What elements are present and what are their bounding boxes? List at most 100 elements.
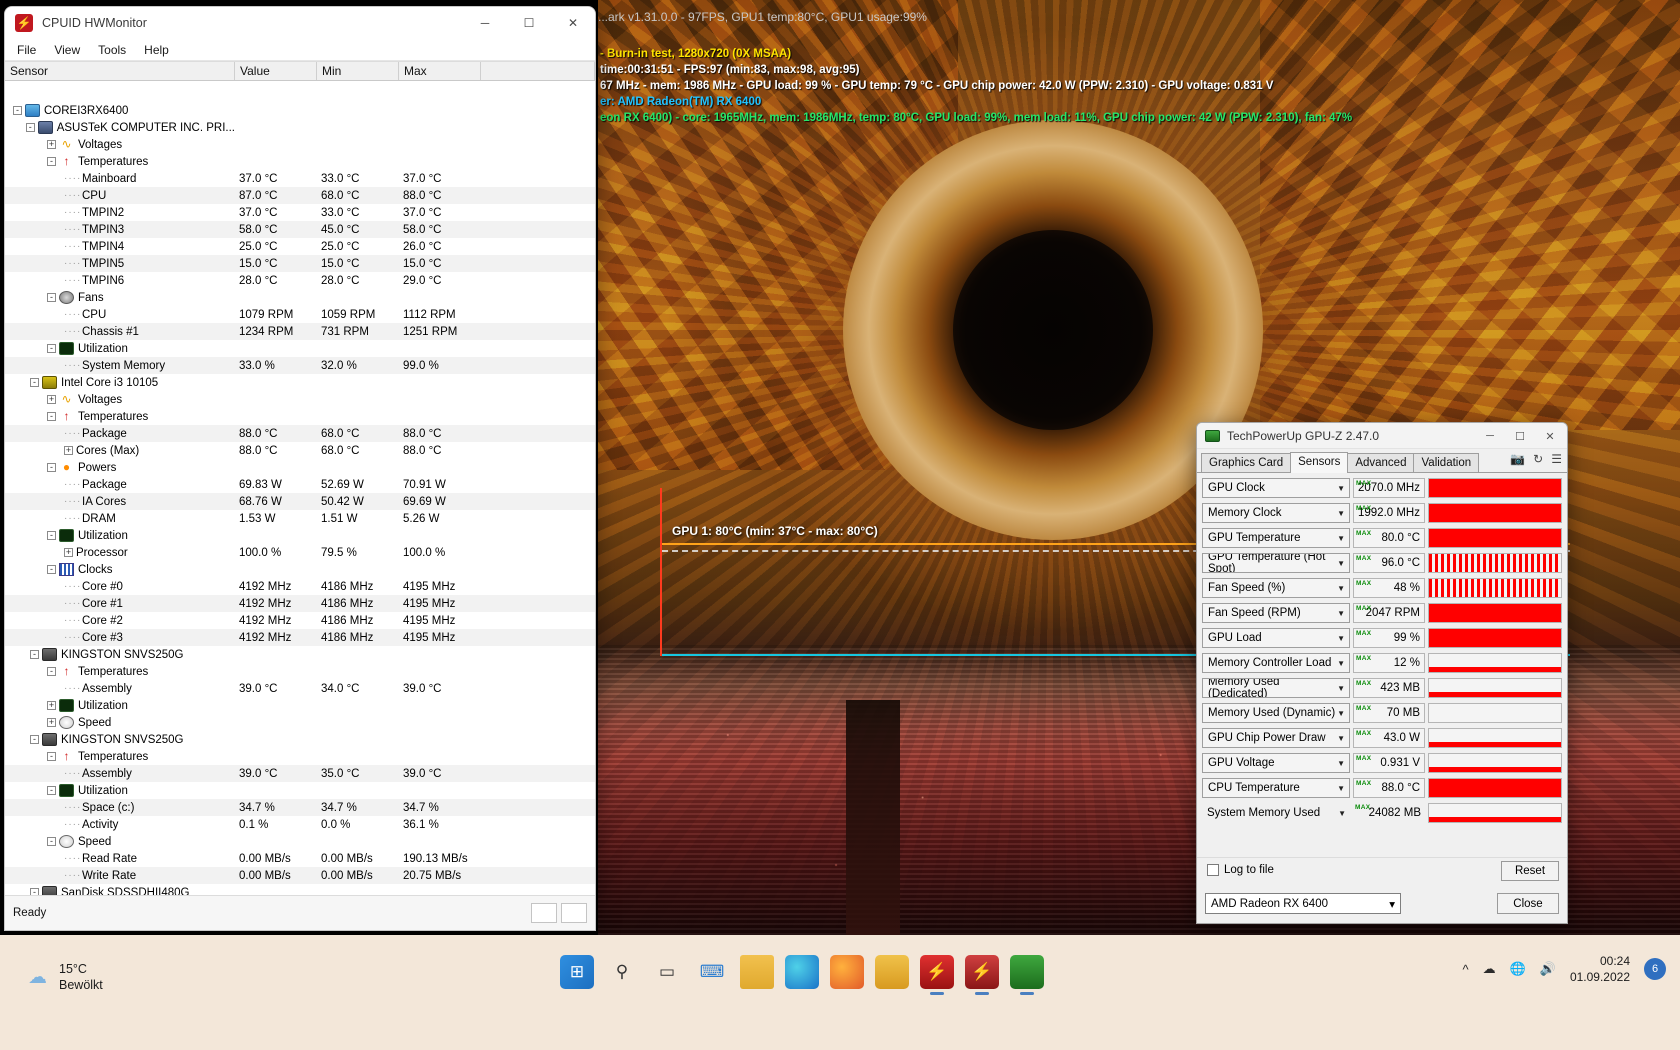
sensor-row[interactable]: + Speed [5,714,595,731]
sensor-row[interactable]: ···· Chassis #1 1234 RPM 731 RPM 1251 RPM [5,323,595,340]
taskbar-clock[interactable]: 00:24 01.09.2022 [1570,953,1630,985]
gpuz-sensor-row[interactable]: GPU Load ▼ MAX 99 % [1202,627,1562,649]
collapse-toggle-icon[interactable]: - [47,565,56,574]
system-tray[interactable]: ^ ☁ 🌐 🔊 00:24 01.09.2022 6 [1462,953,1666,985]
tab-graphics-card[interactable]: Graphics Card [1201,453,1292,472]
sensor-row[interactable]: - Fans [5,289,595,306]
gpuz-sensor-select[interactable]: GPU Clock ▼ [1202,478,1350,498]
sensor-row[interactable]: - ↑ Temperatures [5,153,595,170]
gpuz-sensor-row[interactable]: GPU Clock ▼ MAX 2070.0 MHz [1202,477,1562,499]
collapse-toggle-icon[interactable]: - [13,106,22,115]
taskbar-app-buttons[interactable]: ⊞ ⚲ ▭ ⌨ ⚡ ⚡ [560,955,1044,989]
expand-toggle-icon[interactable]: + [64,446,73,455]
expand-toggle-icon[interactable]: + [64,548,73,557]
sensor-row[interactable]: - SanDisk SDSSDHII480G [5,884,595,895]
gpuz-minimize-button[interactable]: ─ [1475,423,1505,449]
menu-item-tools[interactable]: Tools [98,43,126,57]
chevron-down-icon[interactable]: ▼ [1337,584,1345,593]
tab-validation[interactable]: Validation [1413,453,1480,472]
task-view-icon[interactable]: ▭ [650,955,684,989]
gpuz-toolbar-icons[interactable]: 📷 ↻ ☰ [1510,452,1562,466]
gpuz-sensor-select[interactable]: GPU Voltage ▼ [1202,753,1350,773]
chevron-down-icon[interactable]: ▼ [1337,609,1345,618]
expand-toggle-icon[interactable]: + [47,718,56,727]
collapse-toggle-icon[interactable]: - [47,837,56,846]
gpuz-sensor-list[interactable]: GPU Clock ▼ MAX 2070.0 MHz Memory Clock ▼ MAX 1… [1197,473,1567,824]
chevron-down-icon[interactable]: ▼ [1337,659,1345,668]
sensor-row[interactable]: ···· Package 88.0 °C 68.0 °C 88.0 °C [5,425,595,442]
gpuz-sensor-row[interactable]: Memory Controller Load ▼ MAX 12 % [1202,652,1562,674]
gpuz-sensor-select[interactable]: GPU Load ▼ [1202,628,1350,648]
notification-badge[interactable]: 6 [1644,958,1666,980]
chat-icon[interactable]: ⌨ [695,955,729,989]
expand-toggle-icon[interactable]: + [47,140,56,149]
hwmonitor-icon[interactable]: ⚡ [965,955,999,989]
chevron-down-icon[interactable]: ▼ [1337,559,1345,568]
sensor-row[interactable]: ···· Assembly 39.0 °C 34.0 °C 39.0 °C [5,680,595,697]
sensor-row[interactable]: ···· Package 69.83 W 52.69 W 70.91 W [5,476,595,493]
gpuz-tabstrip[interactable]: Graphics Card Sensors Advanced Validatio… [1197,449,1567,473]
gpuz-sensor-select[interactable]: GPU Temperature ▼ [1202,528,1350,548]
edge-icon[interactable] [785,955,819,989]
chevron-down-icon[interactable]: ▼ [1337,634,1345,643]
collapse-toggle-icon[interactable]: - [47,412,56,421]
gpuz-icon[interactable] [1010,955,1044,989]
gpuz-sensor-select[interactable]: Memory Used (Dedicated) ▼ [1202,678,1350,698]
close-button[interactable]: ✕ [551,7,595,39]
sensor-row[interactable]: - Utilization [5,527,595,544]
sensor-row[interactable]: ···· TMPIN3 58.0 °C 45.0 °C 58.0 °C [5,221,595,238]
gpu-select-dropdown[interactable]: AMD Radeon RX 6400 ▾ [1205,893,1401,914]
sensor-row[interactable]: ···· Core #3 4192 MHz 4186 MHz 4195 MHz [5,629,595,646]
refresh-icon[interactable]: ↻ [1533,452,1543,466]
hwmonitor-titlebar[interactable]: ⚡ CPUID HWMonitor ─ ☐ ✕ [5,7,595,39]
column-header-value[interactable]: Value [235,62,317,80]
kombustor-icon[interactable]: ⚡ [920,955,954,989]
gpuz-sensor-row[interactable]: Memory Clock ▼ MAX 1992.0 MHz [1202,502,1562,524]
collapse-toggle-icon[interactable]: - [47,463,56,472]
sensor-row[interactable]: ···· TMPIN2 37.0 °C 33.0 °C 37.0 °C [5,204,595,221]
chevron-up-icon[interactable]: ^ [1462,962,1468,977]
sensor-row[interactable]: ···· Activity 0.1 % 0.0 % 36.1 % [5,816,595,833]
sensor-row[interactable]: ···· CPU 87.0 °C 68.0 °C 88.0 °C [5,187,595,204]
sensor-row[interactable]: - KINGSTON SNVS250G [5,646,595,663]
sensor-row[interactable]: - Intel Core i3 10105 [5,374,595,391]
gpuz-sensor-select[interactable]: GPU Temperature (Hot Spot) ▼ [1202,553,1350,573]
gpuz-titlebar[interactable]: TechPowerUp GPU-Z 2.47.0 ─ ☐ ✕ [1197,423,1567,449]
cloud-sync-icon[interactable]: ☁ [1483,961,1496,977]
gpuz-sensor-select[interactable]: Memory Used (Dynamic) ▼ [1202,703,1350,723]
gpuz-sensor-row[interactable]: GPU Temperature ▼ MAX 80.0 °C [1202,527,1562,549]
tab-sensors[interactable]: Sensors [1290,452,1349,473]
chevron-down-icon[interactable]: ▼ [1337,484,1345,493]
store-icon[interactable] [875,955,909,989]
sensor-row[interactable]: ···· Space (c:) 34.7 % 34.7 % 34.7 % [5,799,595,816]
chevron-down-icon[interactable]: ▼ [1337,534,1345,543]
gpuz-sensor-select[interactable]: GPU Chip Power Draw ▼ [1202,728,1350,748]
sensor-row[interactable]: - Utilization [5,340,595,357]
gpuz-sensor-select[interactable]: Fan Speed (%) ▼ [1202,578,1350,598]
gpuz-sensor-select[interactable]: System Memory Used ▼ [1202,803,1350,823]
gpuz-sensor-row[interactable]: CPU Temperature ▼ MAX 88.0 °C [1202,777,1562,799]
chevron-down-icon[interactable]: ▼ [1337,784,1345,793]
hwmonitor-window[interactable]: ⚡ CPUID HWMonitor ─ ☐ ✕ File View Tools … [4,6,596,931]
weather-widget[interactable]: ☁ 15°C Bewölkt [28,961,103,993]
collapse-toggle-icon[interactable]: - [25,123,35,132]
sensor-row[interactable]: ···· CPU 1079 RPM 1059 RPM 1112 RPM [5,306,595,323]
sensor-row[interactable]: ···· Core #2 4192 MHz 4186 MHz 4195 MHz [5,612,595,629]
camera-icon[interactable]: 📷 [1510,452,1525,466]
chevron-down-icon[interactable]: ▼ [1337,684,1345,693]
menu-item-file[interactable]: File [17,43,36,57]
collapse-toggle-icon[interactable]: - [30,735,39,744]
log-to-file-row[interactable]: Log to file [1207,864,1274,876]
sensor-row[interactable]: ···· Assembly 39.0 °C 35.0 °C 39.0 °C [5,765,595,782]
folder-icon[interactable] [740,955,774,989]
collapse-toggle-icon[interactable]: - [47,293,56,302]
log-to-file-checkbox[interactable] [1207,864,1219,876]
collapse-toggle-icon[interactable]: - [47,531,56,540]
sensor-row[interactable]: ···· DRAM 1.53 W 1.51 W 5.26 W [5,510,595,527]
gpuz-sensor-row[interactable]: Fan Speed (%) ▼ MAX 48 % [1202,577,1562,599]
minimize-button[interactable]: ─ [463,7,507,39]
gpuz-sensor-row[interactable]: GPU Voltage ▼ MAX 0.931 V [1202,752,1562,774]
collapse-toggle-icon[interactable]: - [47,786,56,795]
gpuz-sensor-row[interactable]: Fan Speed (RPM) ▼ MAX 2047 RPM [1202,602,1562,624]
gpuz-window[interactable]: TechPowerUp GPU-Z 2.47.0 ─ ☐ ✕ Graphics … [1196,422,1568,924]
